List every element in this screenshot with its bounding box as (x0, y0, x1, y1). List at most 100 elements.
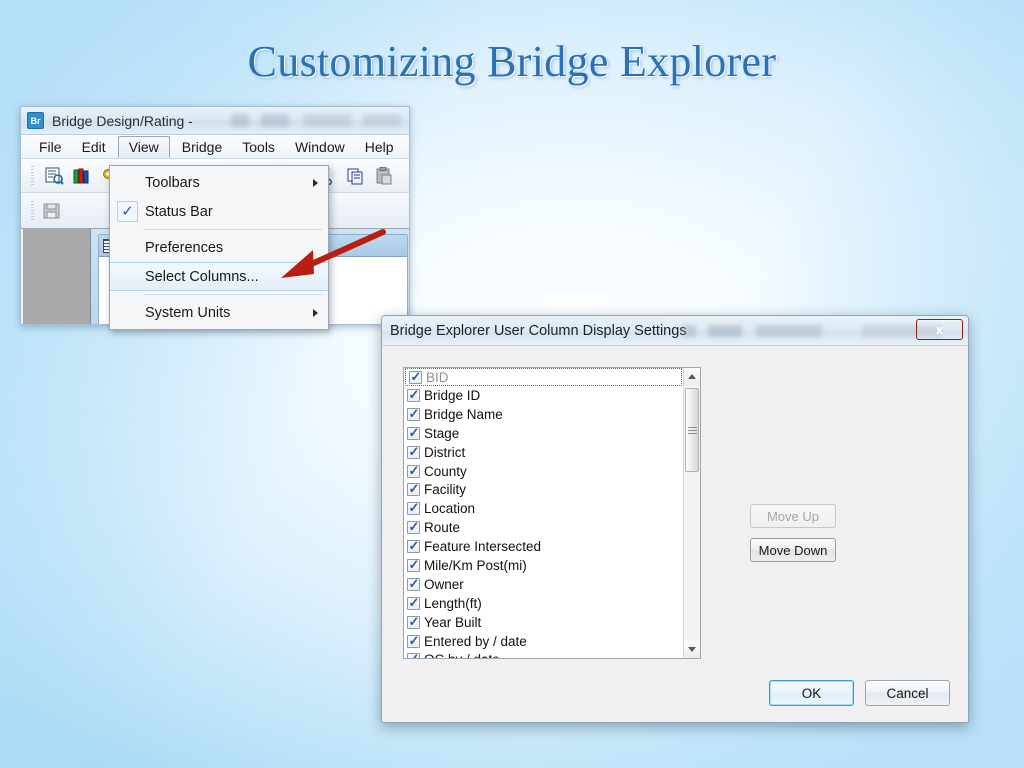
chevron-right-icon (313, 178, 318, 187)
checkmark-icon: ✓ (117, 201, 138, 222)
dialog-body: BID Bridge ID Bridge Name Stage District (382, 346, 968, 722)
list-item-label: BID (426, 369, 449, 385)
move-down-button[interactable]: Move Down (750, 538, 836, 562)
checkbox-icon[interactable] (407, 519, 420, 535)
app-menubar[interactable]: File Edit View Bridge Tools Window Help (21, 135, 409, 159)
scrollbar-grip-icon (687, 426, 697, 434)
dialog-title: Bridge Explorer User Column Display Sett… (390, 322, 687, 339)
checkbox-icon[interactable] (407, 557, 420, 573)
list-item[interactable]: Owner (404, 575, 683, 594)
menu-separator-2 (143, 294, 322, 295)
open-bridge-explorer-icon[interactable] (45, 167, 64, 185)
checkbox-icon[interactable] (407, 500, 420, 516)
menu-item-status-bar-check-slot: ✓ (110, 201, 145, 222)
toolbar-grip-secondary[interactable] (31, 200, 34, 221)
column-list-scroll-viewport: BID Bridge ID Bridge Name Stage District (404, 368, 683, 658)
cancel-button[interactable]: Cancel (865, 680, 950, 706)
dialog-titlebar: Bridge Explorer User Column Display Sett… (382, 316, 968, 346)
menu-item-status-bar[interactable]: ✓ Status Bar (110, 197, 328, 226)
app-title-blurred-text (231, 114, 401, 127)
scroll-up-icon[interactable] (684, 368, 700, 385)
list-item[interactable]: District (404, 443, 683, 462)
app-title-text: Bridge Design/Rating - (52, 112, 193, 129)
app-titlebar: Br Bridge Design/Rating - (21, 107, 409, 135)
menu-item-system-units[interactable]: System Units (110, 298, 328, 327)
menu-view[interactable]: View (117, 136, 170, 158)
checkbox-icon[interactable] (407, 614, 420, 630)
list-item-label: Mile/Km Post(mi) (424, 557, 527, 573)
column-display-settings-dialog: Bridge Explorer User Column Display Sett… (381, 315, 969, 723)
checkbox-icon[interactable] (409, 369, 422, 385)
menu-item-system-units-label: System Units (145, 304, 231, 321)
scrollbar-thumb[interactable] (685, 388, 699, 472)
bridge-designer-app-icon: Br (27, 112, 44, 129)
menu-tools[interactable]: Tools (232, 135, 285, 158)
list-item[interactable]: Length(ft) (404, 594, 683, 613)
list-item-label: Length(ft) (424, 595, 482, 611)
checkbox-icon[interactable] (407, 425, 420, 441)
list-item[interactable]: Stage (404, 424, 683, 443)
list-item-label: Year Built (424, 614, 482, 630)
menu-item-status-bar-label: Status Bar (145, 203, 213, 220)
dialog-footer: OK Cancel (769, 680, 950, 706)
list-item[interactable]: Bridge ID (404, 386, 683, 405)
ok-button[interactable]: OK (769, 680, 854, 706)
checkbox-icon[interactable] (407, 651, 420, 658)
books-library-icon[interactable] (73, 167, 92, 185)
save-icon[interactable] (42, 202, 61, 220)
list-item[interactable]: Year Built (404, 613, 683, 632)
checkbox-icon[interactable] (407, 444, 420, 460)
app-left-pane (23, 229, 91, 324)
dialog-title-blurred-text (682, 325, 942, 337)
list-item-label: Bridge Name (424, 406, 503, 422)
checkbox-icon[interactable] (407, 576, 420, 592)
menu-window[interactable]: Window (285, 135, 355, 158)
menu-file[interactable]: File (29, 135, 72, 158)
list-item-label: Location (424, 501, 476, 517)
triangle-down-icon (688, 647, 696, 652)
list-item[interactable]: QC by / date (404, 650, 683, 658)
menu-item-toolbars[interactable]: Toolbars (110, 168, 328, 197)
list-item-label: Owner (424, 576, 464, 592)
menu-help[interactable]: Help (355, 135, 404, 158)
list-item-label: District (424, 444, 466, 460)
toolbar-grip[interactable] (31, 165, 34, 186)
list-item-label: QC by / date (424, 652, 500, 658)
list-item-label: Entered by / date (424, 633, 527, 649)
close-icon[interactable]: x (916, 319, 963, 340)
copy-icon[interactable] (347, 167, 366, 185)
list-item[interactable]: Entered by / date (404, 632, 683, 651)
page-title: Customizing Bridge Explorer (247, 37, 777, 86)
checkbox-icon[interactable] (407, 387, 420, 403)
checkbox-icon[interactable] (407, 463, 420, 479)
menu-bridge[interactable]: Bridge (172, 135, 232, 158)
triangle-up-icon (688, 374, 696, 379)
paste-icon[interactable] (375, 166, 394, 185)
list-item-label: Bridge ID (424, 387, 481, 403)
list-item[interactable]: Feature Intersected (404, 537, 683, 556)
move-up-button[interactable]: Move Up (750, 504, 836, 528)
checkbox-icon[interactable] (407, 538, 420, 554)
list-item[interactable]: County (404, 462, 683, 481)
menu-item-toolbars-label: Toolbars (145, 174, 200, 191)
checkbox-icon[interactable] (407, 633, 420, 649)
list-item-label: County (424, 463, 467, 479)
list-item[interactable]: Location (404, 499, 683, 518)
checkbox-icon[interactable] (407, 595, 420, 611)
checkbox-icon[interactable] (407, 406, 420, 422)
list-item-label: Route (424, 520, 461, 536)
chevron-right-icon-system-units (313, 308, 318, 317)
list-item[interactable]: Route (404, 518, 683, 537)
column-list[interactable]: BID Bridge ID Bridge Name Stage District (403, 367, 701, 659)
list-item[interactable]: Facility (404, 480, 683, 499)
annotation-arrow-icon (265, 228, 387, 293)
list-item[interactable]: Bridge Name (404, 405, 683, 424)
list-item-label: Feature Intersected (424, 539, 542, 555)
list-item-label: Stage (424, 425, 460, 441)
list-item[interactable]: BID (405, 368, 682, 386)
scroll-down-icon[interactable] (684, 641, 700, 658)
checkbox-icon[interactable] (407, 481, 420, 497)
column-list-scrollbar[interactable] (683, 368, 700, 658)
list-item[interactable]: Mile/Km Post(mi) (404, 556, 683, 575)
menu-edit[interactable]: Edit (72, 135, 116, 158)
